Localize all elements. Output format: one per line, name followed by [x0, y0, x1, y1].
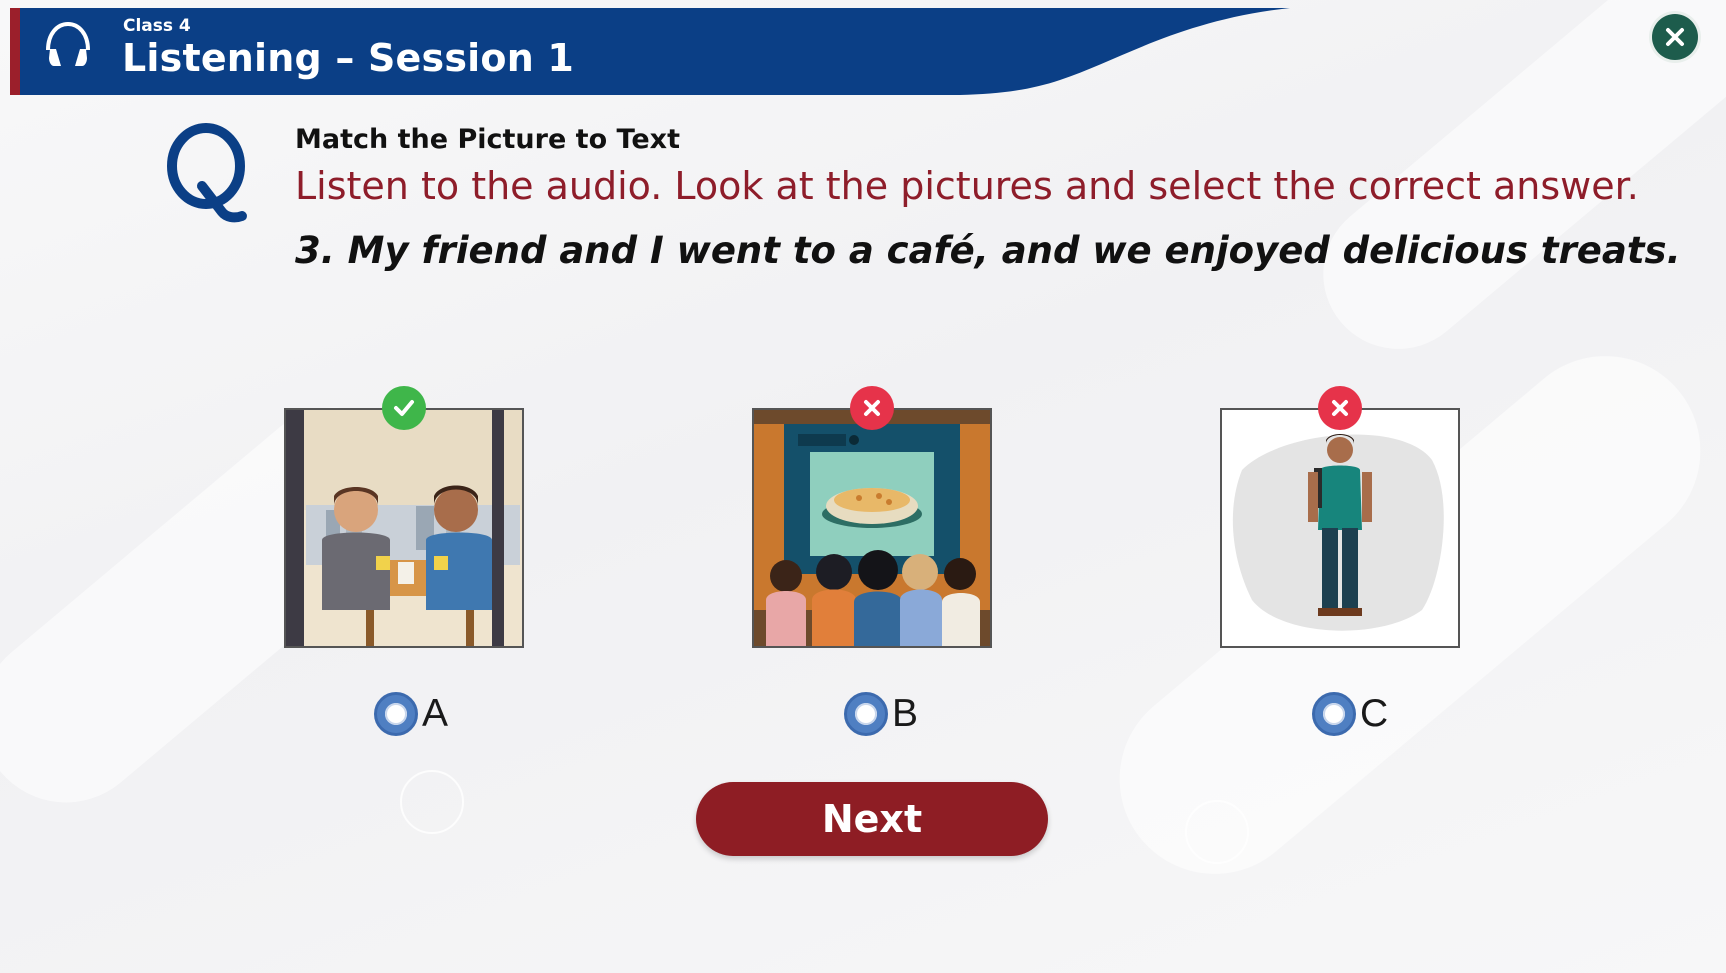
headphones-icon [46, 21, 90, 66]
option-c-image[interactable] [1220, 408, 1460, 648]
radio-button[interactable] [1312, 692, 1356, 736]
class-label: Class 4 [123, 16, 191, 36]
radio-button[interactable] [374, 692, 418, 736]
option-b-radio[interactable]: B [844, 692, 918, 736]
option-c-label: C [1360, 692, 1389, 735]
radio-dot [385, 703, 407, 725]
background-decoration [400, 770, 464, 834]
option-a-radio[interactable]: A [374, 692, 448, 736]
wrong-mark [850, 386, 894, 430]
next-button[interactable]: Next [696, 782, 1048, 856]
question-heading: Match the Picture to Text [295, 124, 680, 155]
question-instruction: Listen to the audio. Look at the picture… [295, 164, 1639, 208]
background-decoration [1185, 800, 1249, 864]
option-a-label: A [422, 692, 449, 735]
correct-mark [382, 386, 426, 430]
radio-button[interactable] [844, 692, 888, 736]
option-a-image[interactable] [284, 408, 524, 648]
close-button[interactable] [1652, 14, 1698, 60]
q-icon [167, 123, 247, 223]
cross-icon [1332, 400, 1348, 416]
cross-icon [864, 400, 880, 416]
header-accent-strip [10, 8, 20, 95]
radio-dot [1323, 703, 1345, 725]
option-b-label: B [892, 692, 919, 735]
option-b-image[interactable] [752, 408, 992, 648]
session-title: Listening – Session 1 [122, 36, 575, 80]
quiz-screen: Class 4 Listening – Session 1 Match the … [0, 0, 1726, 973]
radio-dot [855, 703, 877, 725]
option-c-radio[interactable]: C [1312, 692, 1388, 736]
check-icon [394, 400, 414, 416]
wrong-mark [1318, 386, 1362, 430]
question-sentence: 3. My friend and I went to a café, and w… [295, 229, 1681, 272]
close-icon [1666, 28, 1684, 46]
